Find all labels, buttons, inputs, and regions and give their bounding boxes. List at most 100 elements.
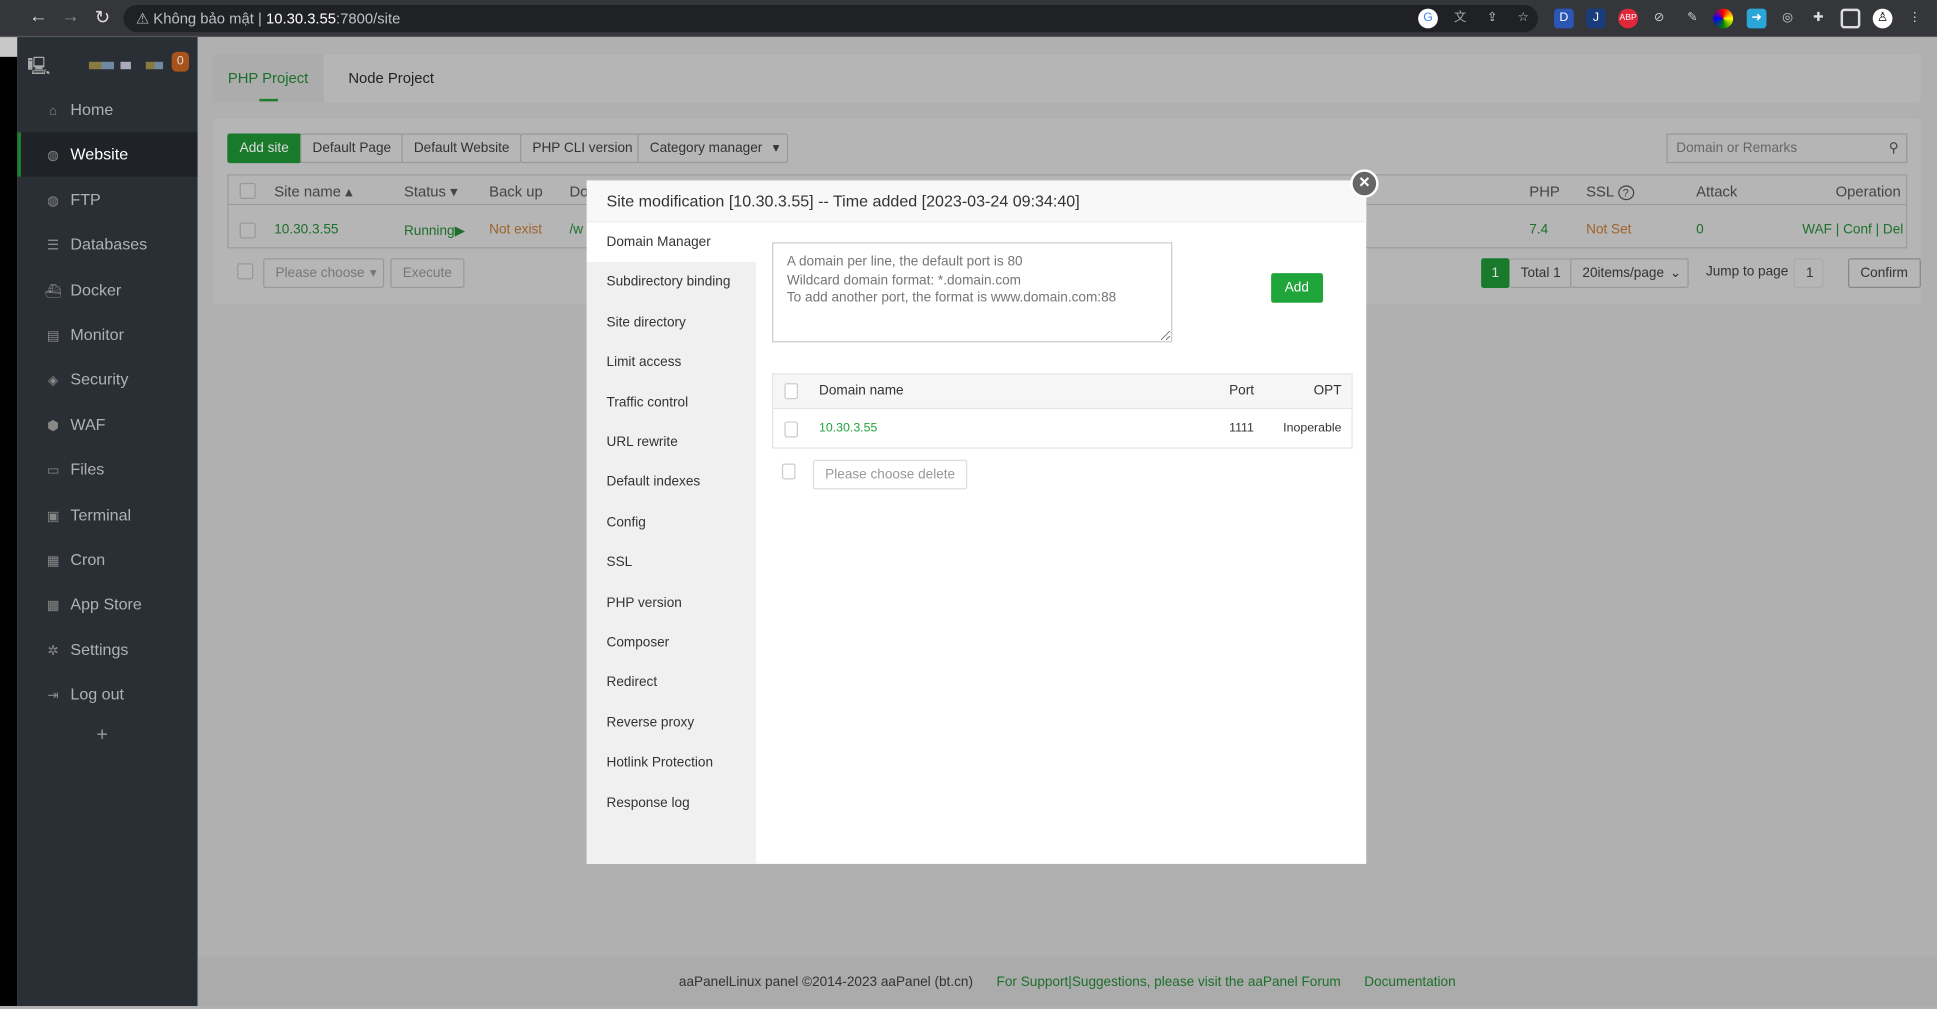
adblock-icon[interactable]: ABP bbox=[1618, 8, 1639, 29]
sidebar-item-app-store[interactable]: ▦ App Store bbox=[17, 583, 197, 627]
dialog-nav-default-indexes[interactable]: Default indexes bbox=[587, 463, 756, 503]
sidebar-item-label: Security bbox=[70, 370, 129, 389]
extension-j-icon[interactable]: J bbox=[1586, 8, 1606, 29]
domain-row-checkbox[interactable] bbox=[784, 421, 799, 438]
share-icon[interactable]: ⇪ bbox=[1482, 9, 1502, 29]
dialog-nav-limit-access[interactable]: Limit access bbox=[587, 343, 756, 383]
php-cli-version-button[interactable]: PHP CLI version bbox=[520, 133, 645, 164]
php-version[interactable]: 7.4 bbox=[1529, 222, 1548, 237]
del-link[interactable]: Del bbox=[1883, 222, 1903, 237]
sidebar-item-waf[interactable]: ⬢ WAF bbox=[17, 403, 197, 447]
tab-node-project[interactable]: Node Project bbox=[348, 54, 434, 101]
pen-icon[interactable]: ✎ bbox=[1682, 9, 1702, 29]
delete-selected-button[interactable]: Please choose delete bbox=[812, 459, 968, 490]
bulk-select-checkbox[interactable] bbox=[237, 263, 254, 280]
confirm-button[interactable]: Confirm bbox=[1848, 258, 1921, 288]
compass-icon[interactable]: ⊘ bbox=[1649, 9, 1669, 29]
default-website-button[interactable]: Default Website bbox=[401, 133, 522, 164]
dialog-nav-domain-manager[interactable]: Domain Manager bbox=[586, 222, 757, 263]
dialog-nav-config[interactable]: Config bbox=[587, 503, 756, 543]
close-dialog-button[interactable]: × bbox=[1350, 169, 1379, 198]
color-picker-icon[interactable] bbox=[1713, 8, 1734, 29]
tab-php-project[interactable]: PHP Project bbox=[212, 54, 324, 103]
sidebar-item-security[interactable]: ◈ Security bbox=[17, 358, 197, 402]
bulk-domain-checkbox[interactable] bbox=[781, 463, 796, 480]
target-icon[interactable]: ◎ bbox=[1778, 9, 1798, 29]
jump-page-input[interactable]: 1 bbox=[1793, 258, 1824, 288]
per-page-select[interactable]: 20items/page ⌄ bbox=[1570, 258, 1689, 288]
dialog-nav-composer[interactable]: Composer bbox=[587, 623, 756, 663]
select-all-domains-checkbox[interactable] bbox=[784, 383, 799, 400]
translate-icon[interactable]: 文 bbox=[1450, 9, 1470, 29]
backup-status[interactable]: Not exist bbox=[489, 222, 542, 237]
site-path[interactable]: /w bbox=[569, 222, 583, 237]
extension-d-icon[interactable]: D bbox=[1554, 8, 1574, 29]
dialog-nav-subdirectory-binding[interactable]: Subdirectory binding bbox=[587, 262, 756, 302]
star-icon[interactable]: ☆ bbox=[1513, 9, 1533, 29]
dialog-nav-hotlink-protection[interactable]: Hotlink Protection bbox=[587, 743, 756, 783]
execute-button[interactable]: Execute bbox=[390, 258, 465, 288]
site-name-link[interactable]: 10.30.3.55 bbox=[274, 222, 338, 237]
dialog-nav-reverse-proxy[interactable]: Reverse proxy bbox=[587, 703, 756, 743]
sidebar-item-terminal[interactable]: ▣ Terminal bbox=[17, 493, 197, 537]
ssl-status[interactable]: Not Set bbox=[1586, 222, 1631, 237]
logout-icon: ⇥ bbox=[47, 688, 59, 704]
profile-avatar[interactable]: ♙ bbox=[1872, 8, 1893, 29]
col-status[interactable]: Status ▾ bbox=[404, 183, 458, 200]
sidebar-item-files[interactable]: ▭ Files bbox=[17, 448, 197, 492]
add-menu-button[interactable]: + bbox=[96, 724, 108, 746]
dialog-nav-site-directory[interactable]: Site directory bbox=[587, 303, 756, 343]
documentation-link[interactable]: Documentation bbox=[1364, 975, 1455, 990]
sidebar-item-monitor[interactable]: ▤ Monitor bbox=[17, 313, 197, 357]
address-bar[interactable]: ⚠ Không bảo mật | 10.30.3.55:7800/site bbox=[123, 4, 1538, 33]
dialog-nav-response-log[interactable]: Response log bbox=[587, 783, 756, 823]
sidebar-item-log-out[interactable]: ⇥ Log out bbox=[17, 673, 197, 717]
page-current[interactable]: 1 bbox=[1481, 258, 1510, 288]
status-running[interactable]: Running▶ bbox=[404, 222, 465, 239]
search-input[interactable]: Domain or Remarks ⚲ bbox=[1666, 133, 1908, 164]
row-checkbox[interactable] bbox=[239, 222, 256, 239]
puzzle-icon[interactable]: ✚ bbox=[1808, 9, 1828, 29]
dialog-nav-url-rewrite[interactable]: URL rewrite bbox=[587, 423, 756, 463]
domain-link[interactable]: 10.30.3.55 bbox=[819, 421, 877, 435]
caret-down-icon: ▾ bbox=[772, 140, 780, 156]
waf-link[interactable]: WAF bbox=[1802, 222, 1832, 237]
domain-input[interactable] bbox=[772, 242, 1173, 343]
search-icon[interactable]: ⚲ bbox=[1889, 135, 1899, 162]
server-ip-masked-2 bbox=[145, 61, 164, 70]
sidebar-item-cron[interactable]: ▦ Cron bbox=[17, 538, 197, 582]
help-icon[interactable]: ? bbox=[1617, 185, 1634, 201]
google-icon[interactable]: G bbox=[1418, 8, 1438, 29]
sidepanel-icon[interactable] bbox=[1840, 8, 1861, 29]
sidebar-item-home[interactable]: ⌂ Home bbox=[17, 88, 197, 132]
select-all-checkbox[interactable] bbox=[239, 182, 256, 199]
back-icon[interactable]: ← bbox=[27, 6, 49, 27]
extension-arrow-icon[interactable]: ➜ bbox=[1746, 8, 1767, 29]
sidebar-item-settings[interactable]: ✲ Settings bbox=[17, 628, 197, 672]
sidebar-item-label: Databases bbox=[70, 235, 148, 254]
category-manager-dropdown[interactable]: Category manager ▾ bbox=[637, 133, 789, 164]
support-forum-link[interactable]: For Support|Suggestions, please visit th… bbox=[997, 975, 1341, 990]
sidebar-item-website[interactable]: ◍ Website bbox=[17, 132, 198, 178]
forward-icon[interactable]: → bbox=[59, 6, 81, 27]
url-path: :7800/site bbox=[336, 9, 401, 28]
sidebar-item-ftp[interactable]: ◍ FTP bbox=[17, 178, 197, 222]
dialog-nav-redirect[interactable]: Redirect bbox=[587, 663, 756, 703]
col-opt: OPT bbox=[1313, 383, 1342, 398]
bulk-action-select[interactable]: Please choose ▾ bbox=[263, 258, 385, 288]
col-site-name[interactable]: Site name ▴ bbox=[274, 183, 352, 200]
reload-icon[interactable]: ↻ bbox=[91, 6, 113, 28]
add-domain-button[interactable]: Add bbox=[1271, 273, 1323, 303]
sidebar-item-docker[interactable]: ⛴ Docker bbox=[17, 268, 197, 312]
dialog-nav-php-version[interactable]: PHP version bbox=[587, 583, 756, 623]
docker-icon: ⛴ bbox=[44, 283, 62, 299]
dialog-nav-ssl[interactable]: SSL bbox=[587, 543, 756, 583]
default-page-button[interactable]: Default Page bbox=[300, 133, 404, 164]
notification-badge[interactable]: 0 bbox=[171, 51, 190, 72]
add-site-button[interactable]: Add site bbox=[227, 133, 302, 164]
menu-icon[interactable]: ⋮ bbox=[1905, 9, 1925, 29]
conf-link[interactable]: Conf bbox=[1843, 222, 1872, 237]
sidebar-item-databases[interactable]: ☰ Databases bbox=[17, 223, 197, 267]
dialog-nav-traffic-control[interactable]: Traffic control bbox=[587, 383, 756, 423]
sidebar-item-label: Terminal bbox=[70, 504, 132, 524]
